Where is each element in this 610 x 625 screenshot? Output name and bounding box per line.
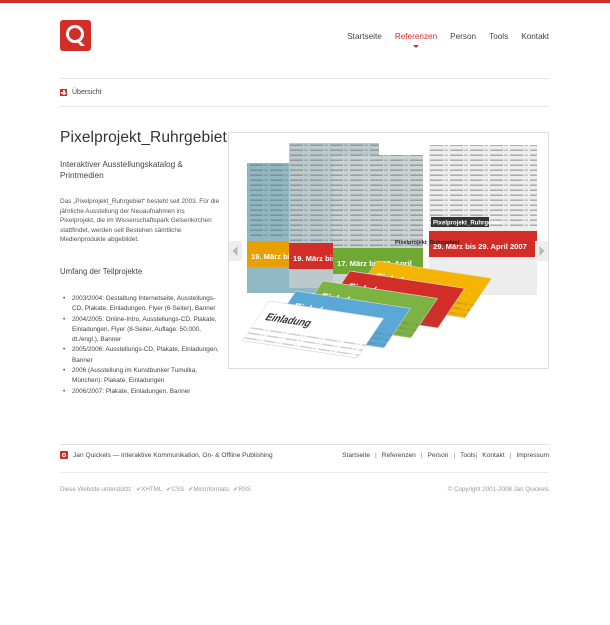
footer-link-startseite[interactable]: Startseite [342,452,370,459]
validator-list: Diese Website unterstützt: ✔XHTML ✔CSS ✔… [60,486,251,493]
gallery-image: 19. März bis19. März bis 3017. März bis … [241,143,549,359]
gallery-next-button[interactable] [535,241,548,261]
footer-link-tools[interactable]: Tools [460,452,475,459]
validator-rss[interactable]: ✔RSS [233,486,251,493]
footer-separator: | [453,452,456,459]
project-description: Das „Pixelprojekt_Ruhrgebiet“ besteht se… [60,198,220,244]
project-gallery: 19. März bis 19. März bis 30 17. März bis … [228,132,549,369]
nav-tools[interactable]: Tools [489,32,508,41]
list-item: 2006/2007: Plakate, Einladungen, Banner [60,387,220,398]
grid-icon [60,89,67,96]
copyright-text: © Copyright 2001-2008 Jan Quickels [447,486,549,493]
breadcrumb-divider [60,106,549,107]
nav-startseite[interactable]: Startseite [347,32,382,41]
footer-separator: | [475,452,478,459]
chevron-left-icon [232,246,238,256]
footer-link-kontakt[interactable]: Kontakt [482,452,504,459]
validators-label: Diese Website unterstützt: [60,486,133,493]
poster-header: Pixelprojekt_Ruhrgebiet [433,221,502,227]
breadcrumb-label: Übersicht [72,89,102,96]
poster-date: 19. März bis [251,252,294,261]
validator-xhtml[interactable]: ✔XHTML [136,486,162,493]
list-item: 2006 (Ausstellung im Kunstbunker Tumulka… [60,366,220,387]
nav-person[interactable]: Person [450,32,476,41]
top-accent-bar [0,0,610,3]
page-title: Pixelprojekt_Ruhrgebiet [60,129,227,146]
scope-list: 2003/2004: Gestaltung Internetseite, Aus… [60,294,220,397]
list-item: 2005/2006: Ausstellungs-CD, Plakate, Ein… [60,345,220,366]
nav-kontakt[interactable]: Kontakt [521,32,549,41]
breadcrumb-overview[interactable]: Übersicht [60,89,102,96]
footer-separator: | [420,452,423,459]
footer-divider [60,444,549,445]
footer-divider-bottom [60,472,549,473]
footer-tagline: Jan Quickels — Interaktive Kommunikation… [73,451,273,459]
chevron-right-icon [539,246,545,256]
poster-mini-header: Pixelprojekt_Ruhrgebiet [395,240,459,246]
footer-link-impressum[interactable]: Impressum [516,452,549,459]
main-nav: Startseite Referenzen Person Tools Konta… [347,32,549,48]
nav-referenzen[interactable]: Referenzen [395,32,437,48]
project-subtitle: Interaktiver Ausstellungskatalog & Print… [60,160,183,180]
q-logo-small-icon [60,451,68,459]
footer-link-referenzen[interactable]: Referenzen [382,452,416,459]
footer-link-person[interactable]: Person [428,452,449,459]
footer-brand: Jan Quickels — Interaktive Kommunikation… [60,451,273,459]
header-divider [60,78,549,79]
footer-nav: Startseite | Referenzen | Person | Tools… [342,452,549,459]
list-item: 2004/2005: Online-Intro, Ausstellungs-CD… [60,315,220,346]
q-logo-icon[interactable] [60,20,91,51]
footer-separator: | [509,452,512,459]
validator-microformats[interactable]: ✔Microformats [188,486,229,493]
validator-css[interactable]: ✔CSS [166,486,184,493]
gallery-prev-button[interactable] [229,241,242,261]
card-date: 29. März bis 29. April 2007 [477,333,549,351]
scope-heading: Umfang der Teilprojekte [60,267,143,276]
list-item: 2003/2004: Gestaltung Internetseite, Aus… [60,294,220,315]
footer-separator: | [375,452,377,459]
